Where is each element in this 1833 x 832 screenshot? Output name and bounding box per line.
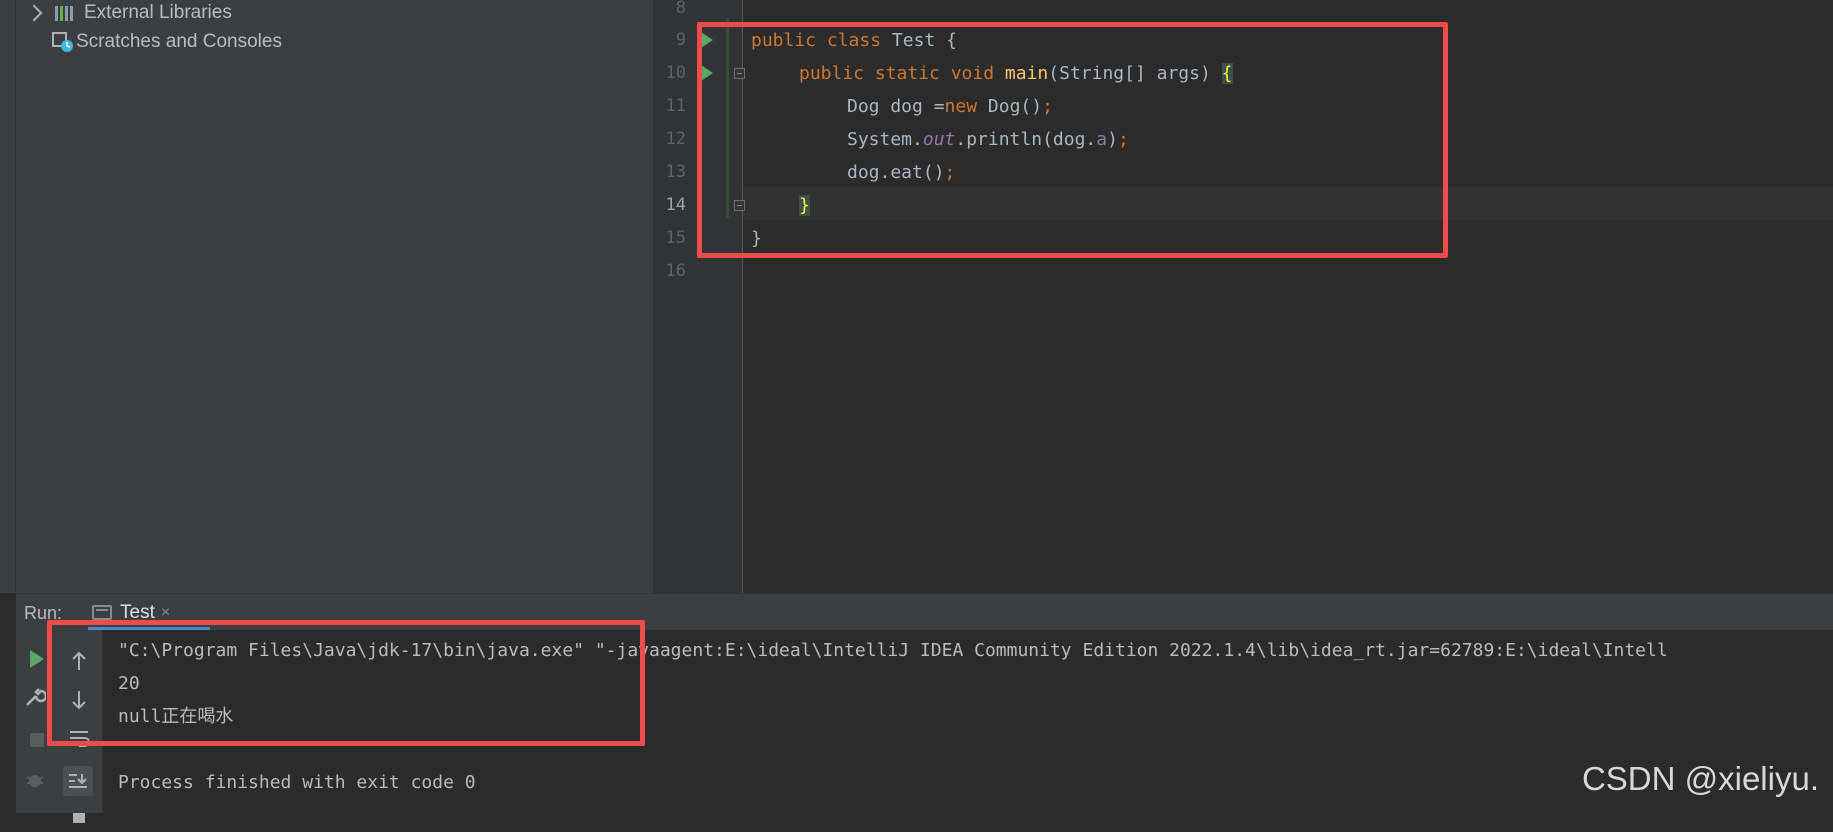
debug-button[interactable] <box>20 765 50 795</box>
line-number: 10 <box>665 63 686 83</box>
scroll-to-end-icon <box>69 774 87 788</box>
chevron-right-icon[interactable] <box>25 4 43 22</box>
annotation-box-console <box>47 620 645 746</box>
library-icon <box>55 6 73 21</box>
console-icon <box>92 605 112 620</box>
project-tool-strip <box>0 0 16 593</box>
line-number: 12 <box>665 129 686 149</box>
tree-item-external-libraries[interactable]: External Libraries <box>25 0 232 26</box>
console-line-exit: Process finished with exit code 0 <box>118 772 476 793</box>
play-icon <box>30 650 44 668</box>
line-number: 15 <box>665 228 686 248</box>
settings-button[interactable] <box>20 682 50 712</box>
bug-icon <box>26 775 44 787</box>
line-number: 8 <box>675 0 686 18</box>
line-number-current: 14 <box>665 195 686 215</box>
watermark: CSDN @xieliyu. <box>1581 760 1819 797</box>
scroll-to-end-button[interactable] <box>63 766 93 796</box>
close-tab-icon[interactable]: × <box>161 604 170 622</box>
tree-item-label: External Libraries <box>84 2 232 23</box>
line-number: 16 <box>665 261 686 281</box>
scratches-icon <box>52 32 73 52</box>
stop-icon <box>30 733 44 747</box>
annotation-box-code <box>697 22 1448 258</box>
wrench-icon <box>26 688 46 706</box>
tree-item-scratches[interactable]: Scratches and Consoles <box>52 29 282 55</box>
line-number: 11 <box>665 96 686 116</box>
line-number: 13 <box>665 162 686 182</box>
tree-item-label: Scratches and Consoles <box>76 31 282 52</box>
line-number: 9 <box>675 30 686 50</box>
print-button[interactable] <box>64 802 94 832</box>
project-pane: External Libraries Scratches and Console… <box>16 0 654 593</box>
